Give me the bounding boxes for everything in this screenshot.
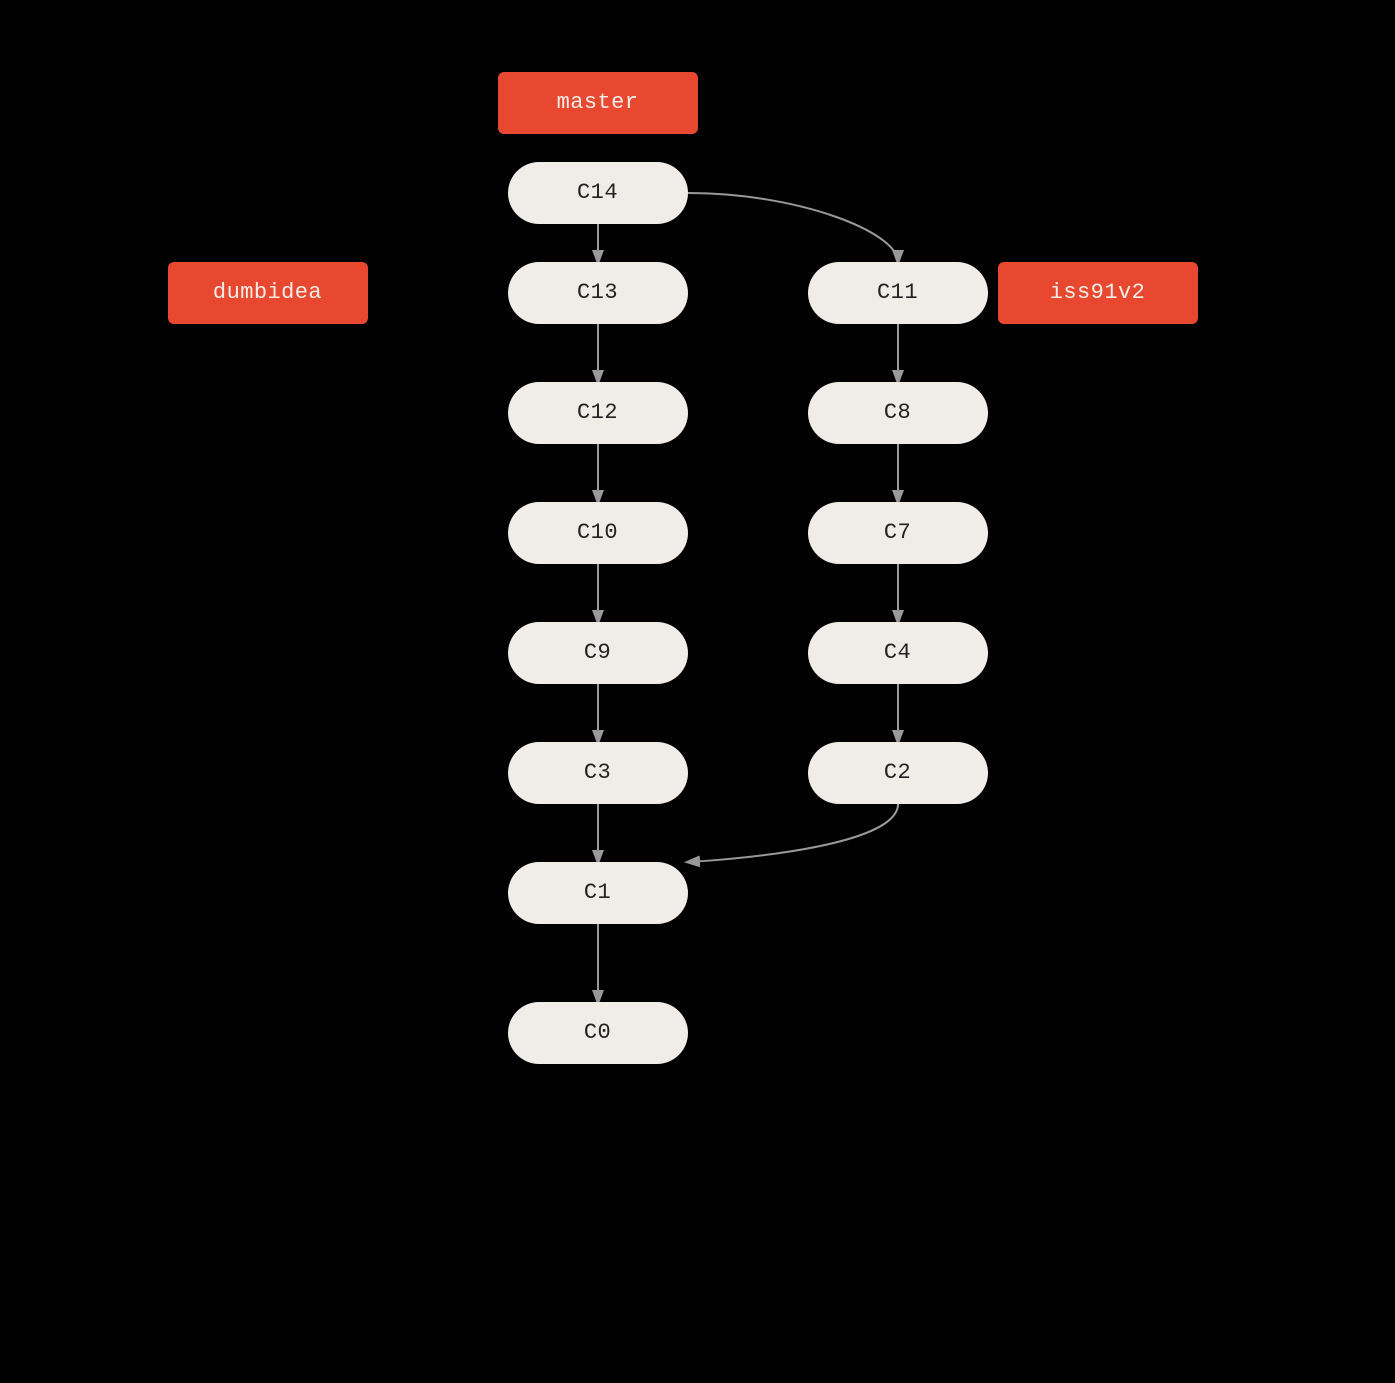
commit-C11: C11 [808,262,988,324]
commit-C4: C4 [808,622,988,684]
git-diagram: master dumbidea iss91v2 C14 C13 C12 C10 … [148,42,1248,1342]
commit-C0: C0 [508,1002,688,1064]
commit-C3: C3 [508,742,688,804]
commit-C8: C8 [808,382,988,444]
commit-C10: C10 [508,502,688,564]
commit-C2: C2 [808,742,988,804]
commit-C7: C7 [808,502,988,564]
commit-C14: C14 [508,162,688,224]
commit-C1: C1 [508,862,688,924]
arrows-svg [148,42,1248,1342]
branch-master: master [498,72,698,134]
branch-dumbidea: dumbidea [168,262,368,324]
commit-C13: C13 [508,262,688,324]
commit-C12: C12 [508,382,688,444]
branch-iss91v2: iss91v2 [998,262,1198,324]
commit-C9: C9 [508,622,688,684]
